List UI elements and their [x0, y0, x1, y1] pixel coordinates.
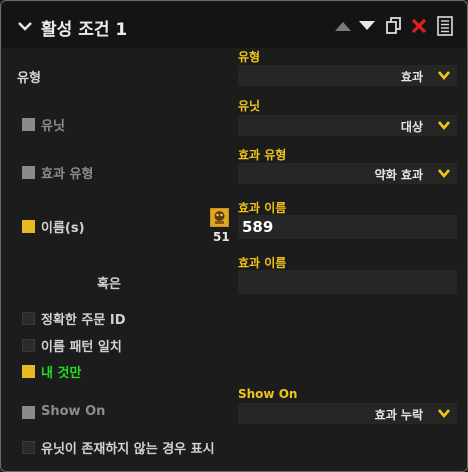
chevron-down-icon	[438, 169, 450, 179]
exact-order-id-label: 정확한 주문 ID	[41, 313, 126, 328]
panel-title: 활성 조건 1	[41, 20, 128, 40]
effect-type-dropdown[interactable]: 약화 효과	[238, 163, 457, 184]
mine-only-label: 내 것만	[41, 366, 82, 381]
effect-type-dropdown-label: 효과 유형	[238, 148, 287, 162]
exact-order-id-checkbox[interactable]	[22, 312, 35, 325]
effect-type-checkbox[interactable]	[22, 166, 35, 179]
effect-type-label: 효과 유형	[41, 167, 94, 182]
copy-icon[interactable]	[386, 17, 402, 35]
show-if-no-unit-label: 유닛이 존재하지 않는 경우 표시	[41, 442, 215, 457]
delete-icon[interactable]	[411, 18, 427, 34]
mine-only-checkbox[interactable]	[22, 365, 35, 378]
collapse-chevron-icon[interactable]	[17, 20, 33, 32]
effect-type-dropdown-value: 약화 효과	[374, 168, 423, 182]
type-dropdown[interactable]: 효과	[238, 65, 457, 86]
effect-name2-label: 효과 이름	[238, 256, 287, 270]
show-on-dropdown-value: 효과 누락	[374, 408, 423, 422]
show-on-dropdown-label: Show On	[238, 387, 298, 401]
unit-checkbox[interactable]	[22, 118, 35, 131]
unit-dropdown-label: 유닛	[238, 99, 261, 113]
move-down-icon[interactable]	[358, 20, 376, 32]
show-on-label: Show On	[41, 404, 106, 419]
effect-name-value: 589	[242, 218, 274, 236]
name-pattern-label: 이름 패턴 일치	[41, 340, 122, 355]
unit-dropdown[interactable]: 대상	[238, 115, 457, 136]
move-up-icon[interactable]	[334, 20, 352, 32]
name-label: 이름(s)	[41, 221, 85, 236]
show-if-no-unit-checkbox[interactable]	[22, 441, 35, 454]
show-on-checkbox[interactable]	[22, 406, 35, 419]
unit-label: 유닛	[41, 119, 65, 134]
chevron-down-icon	[438, 71, 450, 81]
unit-dropdown-value: 대상	[400, 120, 423, 134]
chevron-down-icon	[438, 121, 450, 131]
effect-name-input[interactable]: 589	[238, 215, 457, 239]
chevron-down-icon	[438, 409, 450, 419]
list-icon[interactable]	[437, 16, 453, 36]
type-dropdown-value: 효과	[400, 70, 423, 84]
type-label: 유형	[17, 71, 41, 86]
show-on-dropdown[interactable]: 효과 누락	[238, 403, 457, 424]
name-count: 51	[213, 230, 230, 244]
type-dropdown-label: 유형	[238, 50, 261, 64]
effect-icon	[210, 208, 229, 227]
name-pattern-checkbox[interactable]	[22, 339, 35, 352]
or-label: 혹은	[97, 277, 121, 292]
effect-name-label: 효과 이름	[238, 201, 287, 215]
name-checkbox[interactable]	[22, 220, 35, 233]
condition-panel: 활성 조건 1 유형 유닛 효과 유형 이름(s) 51 혹은 정확한 주문 I…	[0, 0, 468, 472]
effect-name2-input[interactable]	[238, 270, 457, 294]
